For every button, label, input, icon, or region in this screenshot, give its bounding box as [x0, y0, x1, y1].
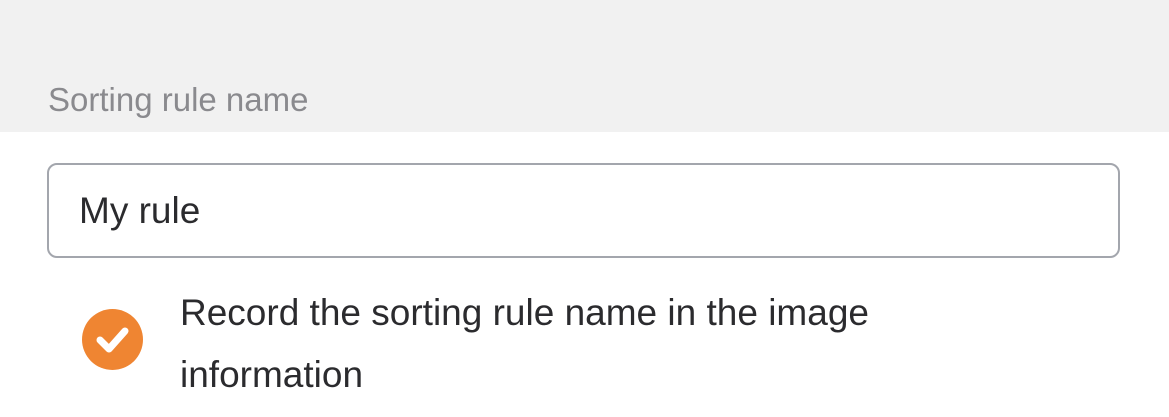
record-rule-name-option[interactable]: Record the sorting rule name in the imag… — [82, 282, 1082, 402]
rule-name-input[interactable] — [49, 165, 1118, 256]
section-header: Sorting rule name — [0, 0, 1169, 132]
sorting-rule-form: Sorting rule name Record the sorting rul… — [0, 0, 1169, 417]
rule-name-field[interactable] — [47, 163, 1120, 258]
record-rule-name-label[interactable]: Record the sorting rule name in the imag… — [180, 282, 1060, 406]
section-label: Sorting rule name — [48, 81, 309, 118]
checkmark-icon[interactable] — [82, 309, 143, 370]
checkmark-glyph — [96, 327, 129, 353]
